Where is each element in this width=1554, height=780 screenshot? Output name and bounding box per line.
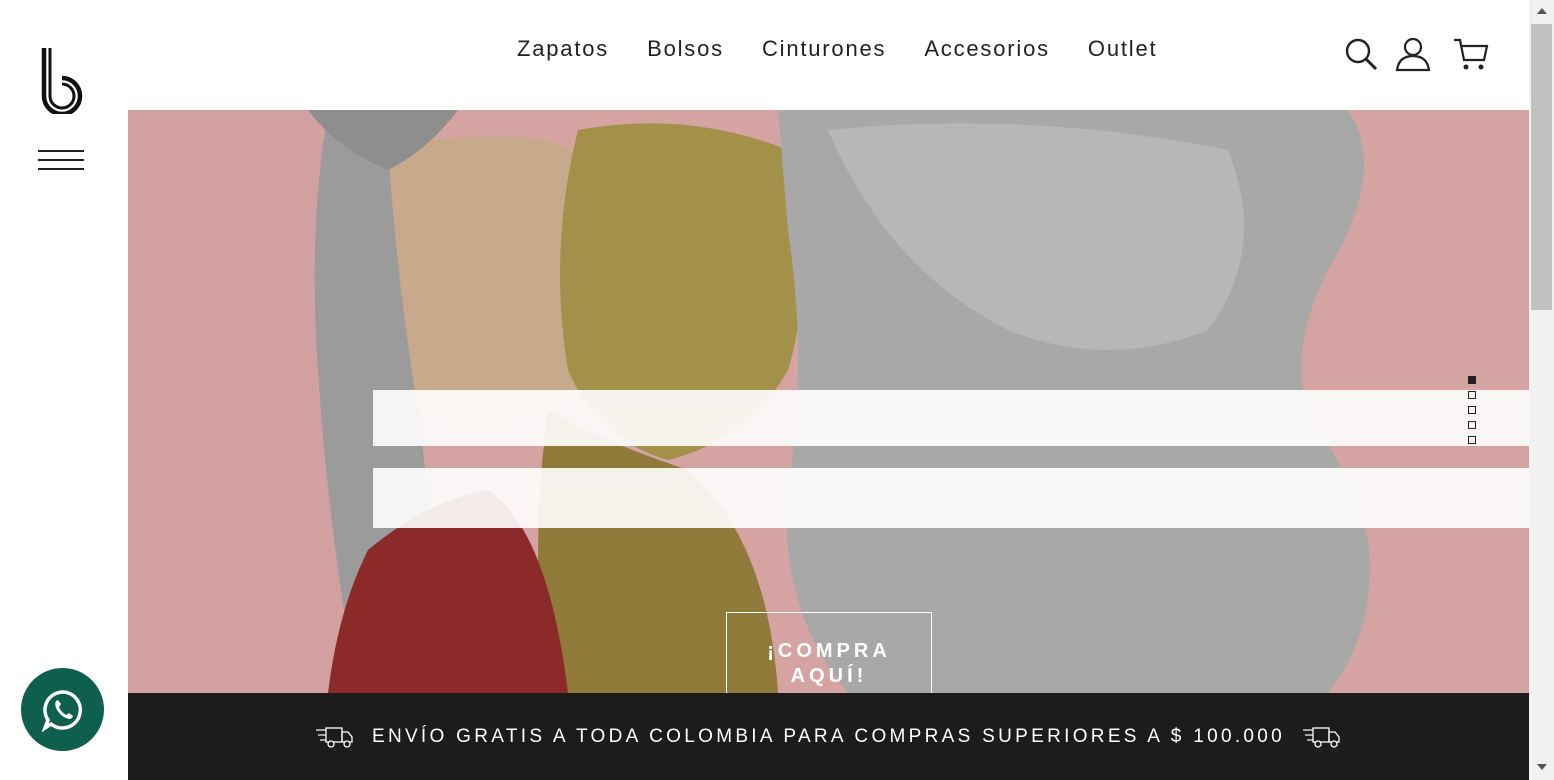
brand-logo[interactable] bbox=[40, 44, 86, 114]
hero-banner[interactable]: ¡COMPRA AQUÍ! bbox=[128, 110, 1529, 693]
delivery-truck-icon bbox=[1303, 726, 1340, 748]
shipping-text: ENVÍO GRATIS A TODA COLOMBIA PARA COMPRA… bbox=[371, 725, 1286, 747]
sidebar bbox=[0, 0, 128, 780]
nav-zapatos[interactable]: Zapatos bbox=[517, 36, 609, 62]
delivery-truck-icon bbox=[315, 726, 353, 748]
cart-icon[interactable] bbox=[1453, 36, 1489, 72]
page-scrollbar[interactable] bbox=[1529, 0, 1554, 780]
whatsapp-button[interactable] bbox=[21, 668, 104, 751]
shop-now-button[interactable]: ¡COMPRA AQUÍ! bbox=[726, 612, 932, 693]
slide-dot-4[interactable] bbox=[1468, 421, 1476, 429]
search-icon[interactable] bbox=[1343, 36, 1379, 72]
slider-pagination bbox=[1468, 376, 1476, 451]
slide-dot-3[interactable] bbox=[1468, 406, 1476, 414]
main-nav: Zapatos Bolsos Cinturones Accesorios Out… bbox=[517, 36, 1195, 62]
free-shipping-bar: ENVÍO GRATIS A TODA COLOMBIA PARA COMPRA… bbox=[128, 693, 1529, 780]
whatsapp-icon bbox=[41, 689, 82, 732]
nav-bolsos[interactable]: Bolsos bbox=[647, 36, 724, 62]
cta-line-1: ¡COMPRA bbox=[767, 640, 891, 662]
cta-line-2: AQUÍ! bbox=[790, 665, 868, 687]
nav-outlet[interactable]: Outlet bbox=[1088, 36, 1158, 62]
slide-dot-2[interactable] bbox=[1468, 391, 1476, 399]
account-icon[interactable] bbox=[1395, 36, 1431, 72]
top-header: Zapatos Bolsos Cinturones Accesorios Out… bbox=[128, 0, 1529, 110]
nav-accesorios[interactable]: Accesorios bbox=[924, 36, 1050, 62]
slide-dot-5[interactable] bbox=[1468, 436, 1476, 444]
slide-dot-1[interactable] bbox=[1468, 376, 1476, 384]
hamburger-menu-icon[interactable] bbox=[38, 150, 84, 172]
scrollbar-thumb[interactable] bbox=[1531, 24, 1552, 310]
scroll-down-arrow-icon[interactable] bbox=[1537, 764, 1547, 770]
hero-overlay-band-bottom bbox=[373, 468, 1529, 528]
scroll-up-arrow-icon[interactable] bbox=[1537, 8, 1547, 14]
nav-cinturones[interactable]: Cinturones bbox=[762, 36, 886, 62]
hero-overlay-band-top bbox=[373, 390, 1529, 446]
